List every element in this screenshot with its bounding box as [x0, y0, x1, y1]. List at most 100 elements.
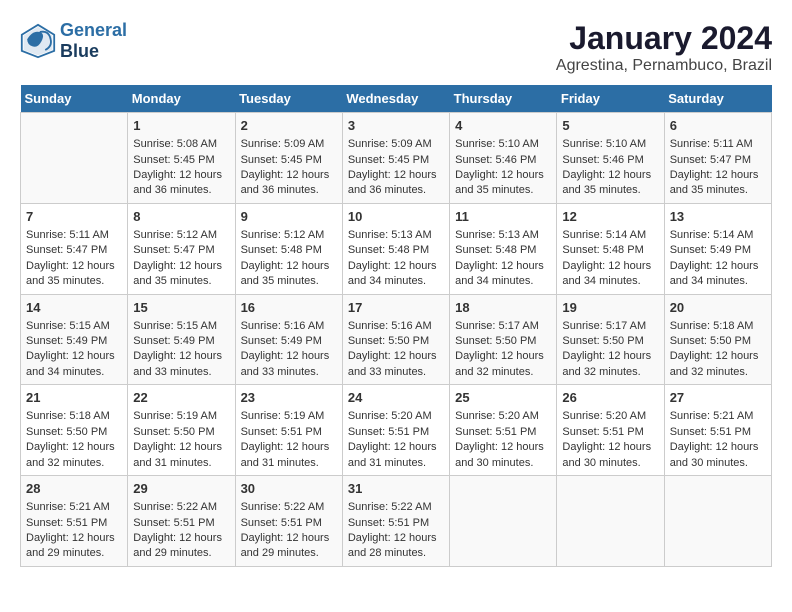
day-number: 19 — [562, 299, 658, 317]
sunrise-text: Sunrise: 5:14 AM — [562, 228, 658, 243]
calendar-cell: 19Sunrise: 5:17 AMSunset: 5:50 PMDayligh… — [557, 294, 664, 385]
sunset-text: Sunset: 5:48 PM — [562, 243, 658, 258]
sunrise-text: Sunrise: 5:10 AM — [455, 137, 551, 152]
calendar-cell: 26Sunrise: 5:20 AMSunset: 5:51 PMDayligh… — [557, 385, 664, 476]
calendar-cell: 28Sunrise: 5:21 AMSunset: 5:51 PMDayligh… — [21, 476, 128, 567]
daylight-text: Daylight: 12 hours and 35 minutes. — [241, 259, 337, 290]
calendar-cell: 3Sunrise: 5:09 AMSunset: 5:45 PMDaylight… — [342, 113, 449, 204]
sunrise-text: Sunrise: 5:22 AM — [133, 500, 229, 515]
day-number: 23 — [241, 389, 337, 407]
day-number: 24 — [348, 389, 444, 407]
calendar-cell — [450, 476, 557, 567]
daylight-text: Daylight: 12 hours and 34 minutes. — [26, 349, 122, 380]
daylight-text: Daylight: 12 hours and 31 minutes. — [241, 440, 337, 471]
sunset-text: Sunset: 5:50 PM — [26, 425, 122, 440]
sunrise-text: Sunrise: 5:14 AM — [670, 228, 766, 243]
sunset-text: Sunset: 5:50 PM — [670, 334, 766, 349]
sunrise-text: Sunrise: 5:09 AM — [348, 137, 444, 152]
calendar-cell: 21Sunrise: 5:18 AMSunset: 5:50 PMDayligh… — [21, 385, 128, 476]
calendar-cell: 5Sunrise: 5:10 AMSunset: 5:46 PMDaylight… — [557, 113, 664, 204]
sunrise-text: Sunrise: 5:15 AM — [133, 319, 229, 334]
days-header-row: Sunday Monday Tuesday Wednesday Thursday… — [21, 85, 772, 113]
sunset-text: Sunset: 5:49 PM — [241, 334, 337, 349]
day-number: 15 — [133, 299, 229, 317]
sunrise-text: Sunrise: 5:08 AM — [133, 137, 229, 152]
calendar-cell — [664, 476, 771, 567]
header-tuesday: Tuesday — [235, 85, 342, 113]
daylight-text: Daylight: 12 hours and 36 minutes. — [241, 168, 337, 199]
header-monday: Monday — [128, 85, 235, 113]
day-number: 10 — [348, 208, 444, 226]
sunrise-text: Sunrise: 5:19 AM — [241, 409, 337, 424]
daylight-text: Daylight: 12 hours and 35 minutes. — [562, 168, 658, 199]
sunset-text: Sunset: 5:51 PM — [670, 425, 766, 440]
day-number: 8 — [133, 208, 229, 226]
daylight-text: Daylight: 12 hours and 28 minutes. — [348, 531, 444, 562]
daylight-text: Daylight: 12 hours and 30 minutes. — [670, 440, 766, 471]
calendar-cell: 22Sunrise: 5:19 AMSunset: 5:50 PMDayligh… — [128, 385, 235, 476]
sunset-text: Sunset: 5:47 PM — [670, 153, 766, 168]
daylight-text: Daylight: 12 hours and 31 minutes. — [348, 440, 444, 471]
day-number: 11 — [455, 208, 551, 226]
day-number: 7 — [26, 208, 122, 226]
sunrise-text: Sunrise: 5:12 AM — [133, 228, 229, 243]
title-area: January 2024 Agrestina, Pernambuco, Braz… — [556, 20, 772, 75]
day-number: 16 — [241, 299, 337, 317]
calendar-cell: 25Sunrise: 5:20 AMSunset: 5:51 PMDayligh… — [450, 385, 557, 476]
logo: General Blue — [20, 20, 127, 62]
sunset-text: Sunset: 5:46 PM — [562, 153, 658, 168]
calendar-cell: 15Sunrise: 5:15 AMSunset: 5:49 PMDayligh… — [128, 294, 235, 385]
daylight-text: Daylight: 12 hours and 34 minutes. — [455, 259, 551, 290]
header-friday: Friday — [557, 85, 664, 113]
sunrise-text: Sunrise: 5:17 AM — [455, 319, 551, 334]
sunrise-text: Sunrise: 5:21 AM — [670, 409, 766, 424]
calendar-cell: 9Sunrise: 5:12 AMSunset: 5:48 PMDaylight… — [235, 203, 342, 294]
day-number: 26 — [562, 389, 658, 407]
calendar-cell: 7Sunrise: 5:11 AMSunset: 5:47 PMDaylight… — [21, 203, 128, 294]
calendar-cell: 13Sunrise: 5:14 AMSunset: 5:49 PMDayligh… — [664, 203, 771, 294]
calendar-cell: 24Sunrise: 5:20 AMSunset: 5:51 PMDayligh… — [342, 385, 449, 476]
header-saturday: Saturday — [664, 85, 771, 113]
day-number: 25 — [455, 389, 551, 407]
calendar-week-row: 14Sunrise: 5:15 AMSunset: 5:49 PMDayligh… — [21, 294, 772, 385]
calendar-cell: 1Sunrise: 5:08 AMSunset: 5:45 PMDaylight… — [128, 113, 235, 204]
calendar-week-row: 28Sunrise: 5:21 AMSunset: 5:51 PMDayligh… — [21, 476, 772, 567]
daylight-text: Daylight: 12 hours and 35 minutes. — [26, 259, 122, 290]
sunset-text: Sunset: 5:47 PM — [26, 243, 122, 258]
sunset-text: Sunset: 5:46 PM — [455, 153, 551, 168]
daylight-text: Daylight: 12 hours and 33 minutes. — [133, 349, 229, 380]
day-number: 3 — [348, 117, 444, 135]
calendar-cell — [21, 113, 128, 204]
header: General Blue January 2024 Agrestina, Per… — [20, 20, 772, 75]
calendar-cell: 16Sunrise: 5:16 AMSunset: 5:49 PMDayligh… — [235, 294, 342, 385]
calendar-cell: 6Sunrise: 5:11 AMSunset: 5:47 PMDaylight… — [664, 113, 771, 204]
month-year: January 2024 — [556, 20, 772, 57]
location: Agrestina, Pernambuco, Brazil — [556, 57, 772, 75]
daylight-text: Daylight: 12 hours and 35 minutes. — [670, 168, 766, 199]
day-number: 1 — [133, 117, 229, 135]
header-wednesday: Wednesday — [342, 85, 449, 113]
sunset-text: Sunset: 5:51 PM — [562, 425, 658, 440]
sunset-text: Sunset: 5:51 PM — [241, 425, 337, 440]
sunrise-text: Sunrise: 5:22 AM — [241, 500, 337, 515]
day-number: 17 — [348, 299, 444, 317]
sunrise-text: Sunrise: 5:15 AM — [26, 319, 122, 334]
calendar-cell: 14Sunrise: 5:15 AMSunset: 5:49 PMDayligh… — [21, 294, 128, 385]
day-number: 31 — [348, 480, 444, 498]
calendar-body: 1Sunrise: 5:08 AMSunset: 5:45 PMDaylight… — [21, 113, 772, 567]
calendar-cell: 12Sunrise: 5:14 AMSunset: 5:48 PMDayligh… — [557, 203, 664, 294]
sunset-text: Sunset: 5:48 PM — [241, 243, 337, 258]
sunrise-text: Sunrise: 5:19 AM — [133, 409, 229, 424]
sunrise-text: Sunrise: 5:11 AM — [670, 137, 766, 152]
sunrise-text: Sunrise: 5:18 AM — [670, 319, 766, 334]
calendar-cell: 8Sunrise: 5:12 AMSunset: 5:47 PMDaylight… — [128, 203, 235, 294]
calendar-cell: 30Sunrise: 5:22 AMSunset: 5:51 PMDayligh… — [235, 476, 342, 567]
calendar-cell: 29Sunrise: 5:22 AMSunset: 5:51 PMDayligh… — [128, 476, 235, 567]
calendar-cell: 10Sunrise: 5:13 AMSunset: 5:48 PMDayligh… — [342, 203, 449, 294]
day-number: 30 — [241, 480, 337, 498]
calendar-cell: 17Sunrise: 5:16 AMSunset: 5:50 PMDayligh… — [342, 294, 449, 385]
calendar-cell: 4Sunrise: 5:10 AMSunset: 5:46 PMDaylight… — [450, 113, 557, 204]
daylight-text: Daylight: 12 hours and 34 minutes. — [562, 259, 658, 290]
sunset-text: Sunset: 5:50 PM — [455, 334, 551, 349]
day-number: 28 — [26, 480, 122, 498]
